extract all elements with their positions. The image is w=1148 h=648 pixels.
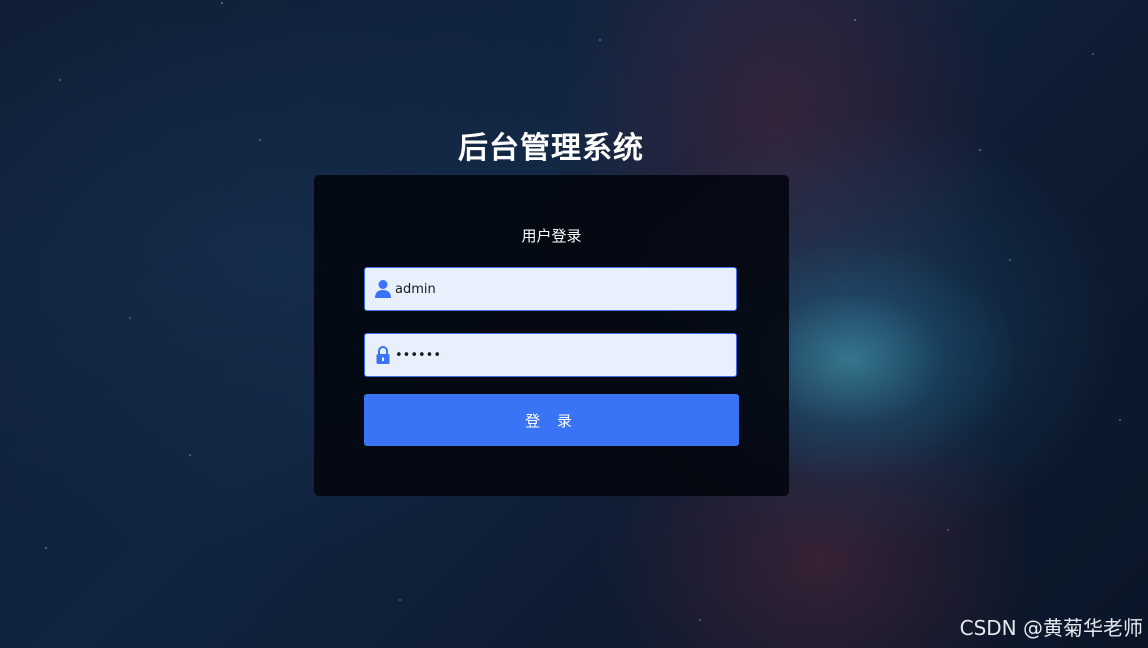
page-title: 后台管理系统 <box>458 131 644 166</box>
user-icon <box>374 279 392 299</box>
password-input[interactable] <box>395 334 725 376</box>
password-field[interactable] <box>364 333 737 377</box>
username-field[interactable] <box>364 267 737 311</box>
watermark: CSDN @黄菊华老师 <box>959 616 1143 640</box>
login-button[interactable]: 登 录 <box>364 394 739 446</box>
lock-icon <box>374 345 392 365</box>
login-page: 后台管理系统 用户登录 登 录 CSDN @黄菊华老 <box>0 0 1148 648</box>
login-card: 用户登录 登 录 <box>314 175 789 496</box>
username-input[interactable] <box>395 268 725 310</box>
login-heading: 用户登录 <box>521 227 582 245</box>
